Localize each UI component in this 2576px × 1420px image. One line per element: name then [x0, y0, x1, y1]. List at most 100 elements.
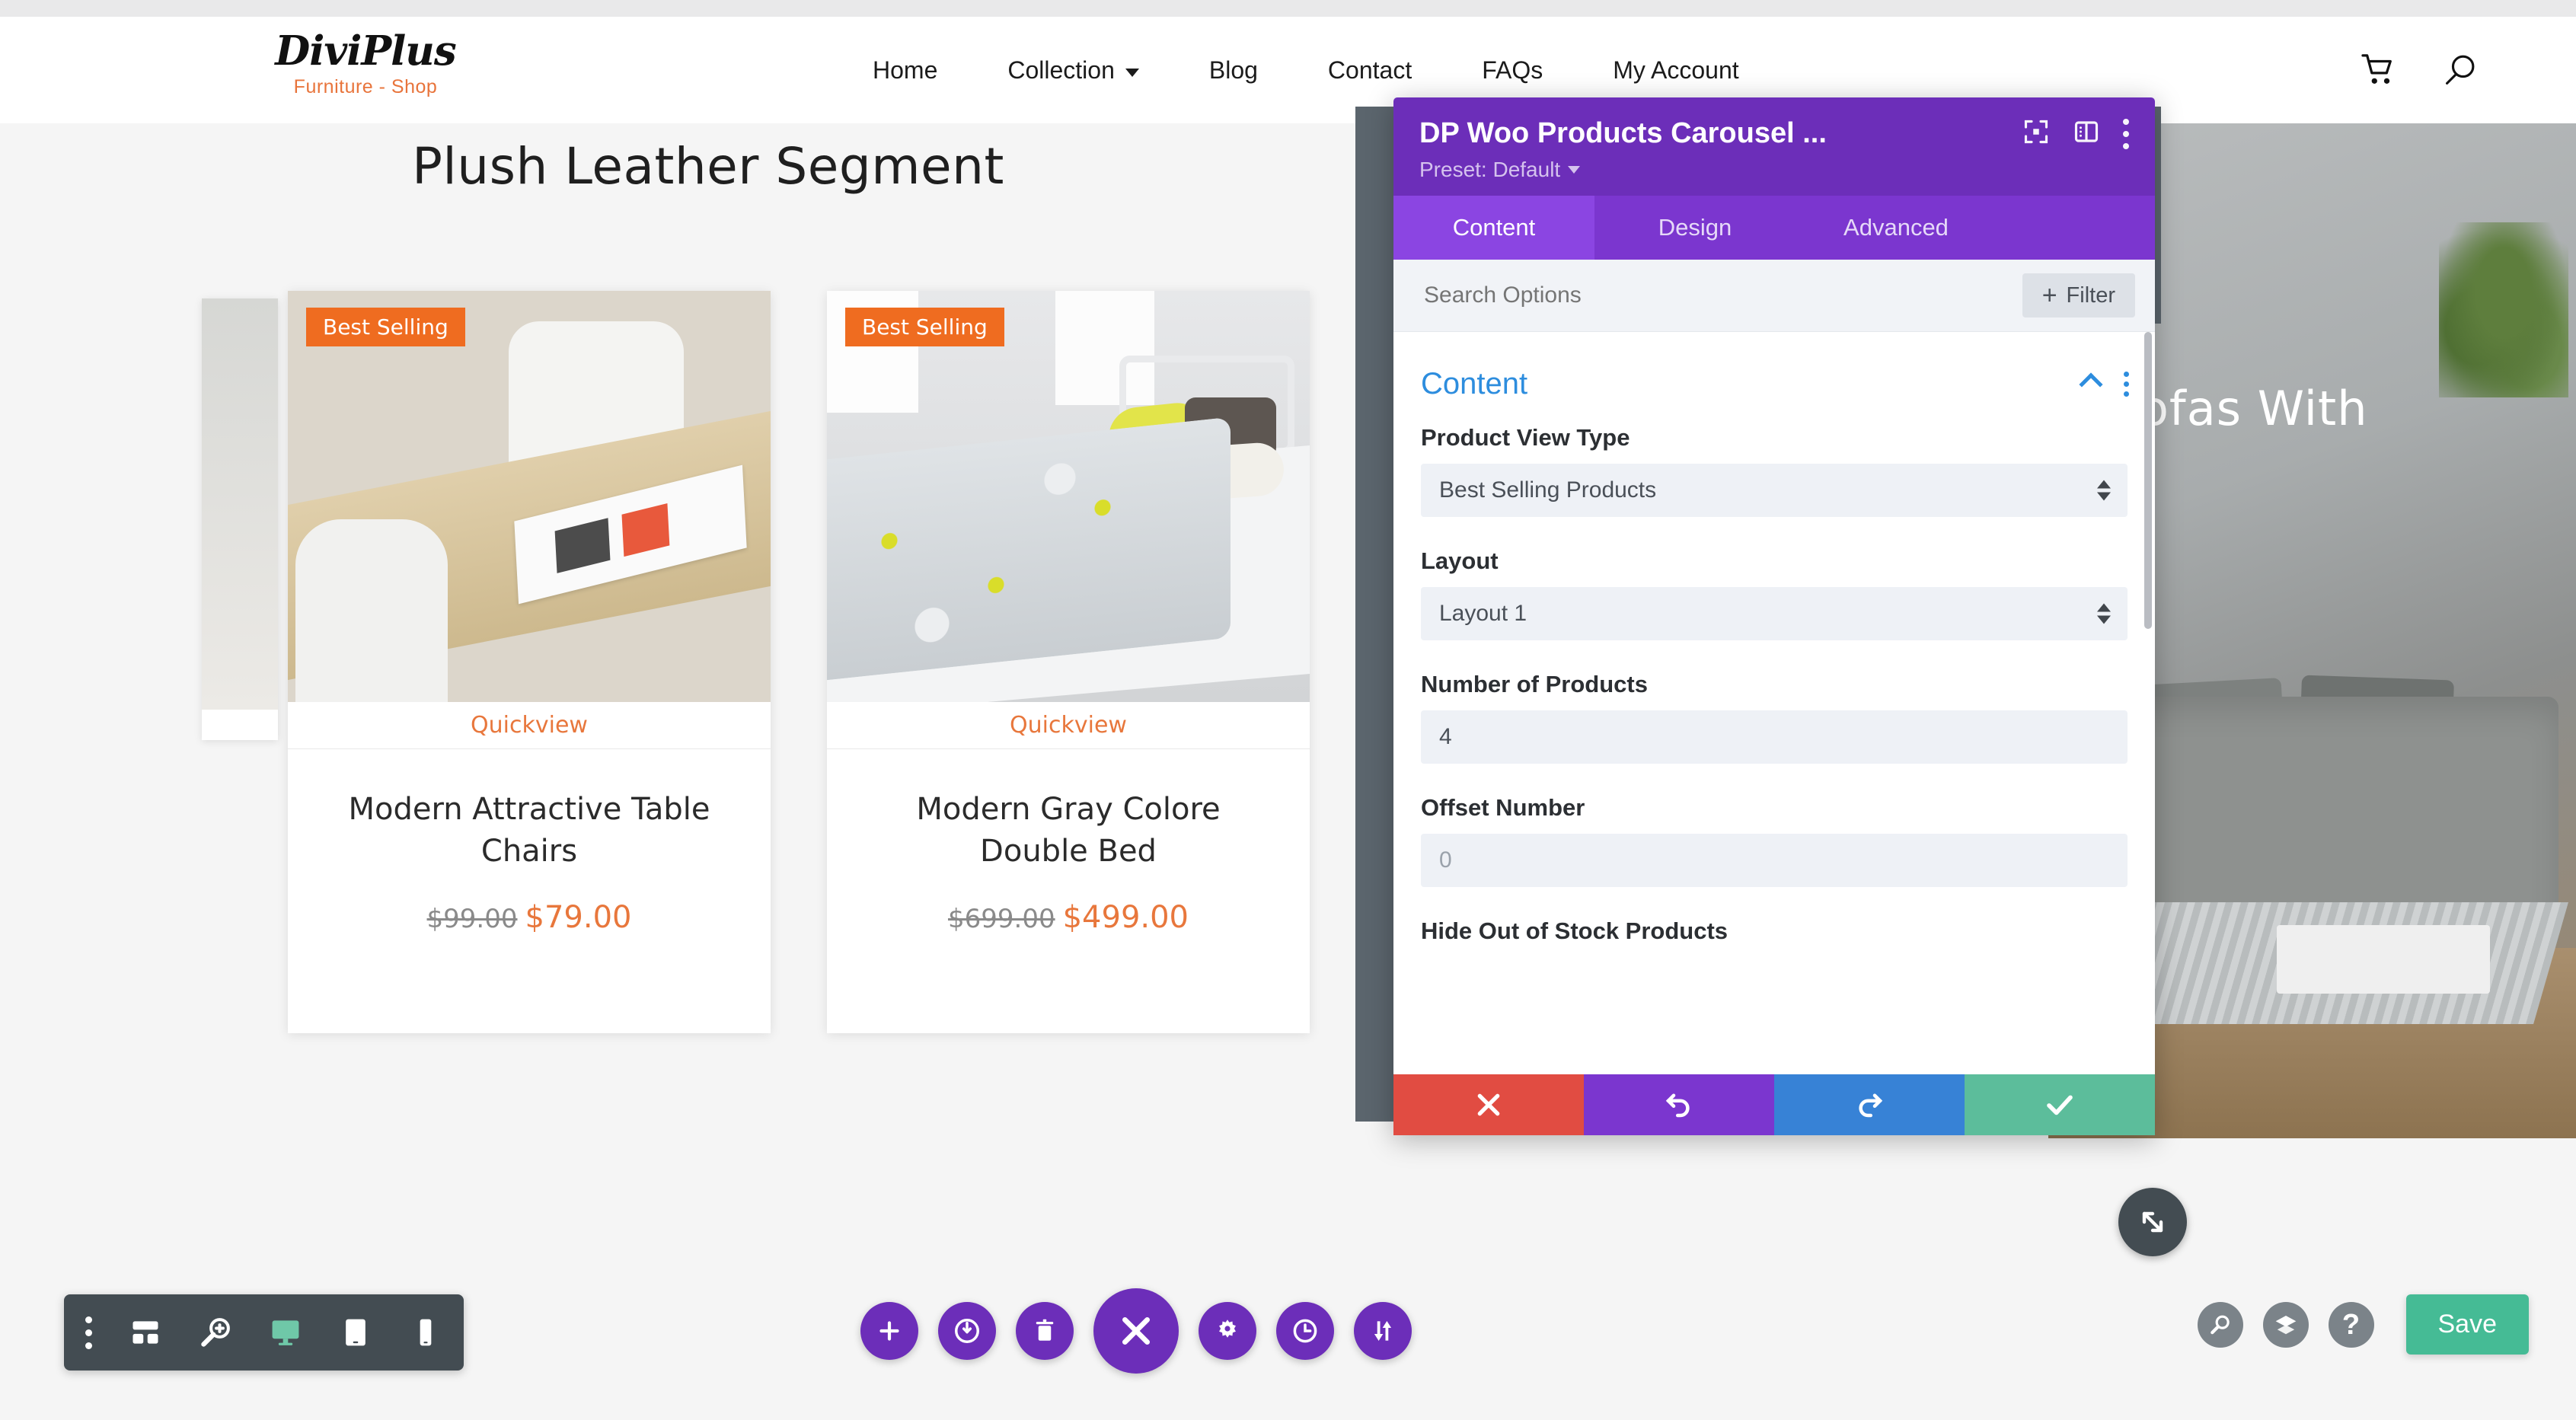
modal-footer: [1393, 1074, 2155, 1135]
phone-view-icon[interactable]: [409, 1316, 442, 1349]
help-icon: ?: [2341, 1308, 2361, 1341]
products-carousel: Best Selling Quickview Modern Attractive…: [0, 291, 1416, 1052]
filter-button[interactable]: + Filter: [2022, 273, 2135, 318]
preset-selector[interactable]: Preset: Default: [1419, 158, 2129, 182]
phone-glyph: [420, 1319, 432, 1346]
close-icon: [1122, 1317, 1150, 1345]
product-badge: Best Selling: [306, 308, 465, 346]
nav-item-faqs[interactable]: FAQs: [1447, 56, 1578, 85]
save-button[interactable]: Save: [2405, 1294, 2529, 1355]
save-changes-button[interactable]: [1965, 1074, 2155, 1135]
history-button[interactable]: [1276, 1302, 1334, 1360]
field-label: Number of Products: [1421, 671, 1648, 697]
header-icons: [2361, 17, 2477, 123]
modal-scrollbar[interactable]: [2144, 332, 2152, 629]
layout-select[interactable]: Layout 1: [1421, 587, 2128, 640]
zoom-out-view-icon[interactable]: [199, 1316, 232, 1349]
updown-arrows-icon: [1374, 1321, 1392, 1341]
nav-item-blog[interactable]: Blog: [1174, 56, 1293, 85]
panel-layout-icon[interactable]: [2073, 118, 2100, 149]
field-number-of-products: Number of Products 4: [1421, 671, 2128, 764]
delete-button[interactable]: [1016, 1302, 1074, 1360]
builder-utility-toolbar: ? Save: [2197, 1294, 2529, 1355]
logo-secondary-text: Furniture - Shop: [293, 75, 438, 97]
tab-advanced[interactable]: Advanced: [1796, 196, 1997, 260]
zoom-glyph: [201, 1318, 230, 1347]
tab-design[interactable]: Design: [1594, 196, 1796, 260]
close-builder-button[interactable]: [1093, 1288, 1179, 1374]
sort-button[interactable]: [1354, 1302, 1412, 1360]
nav-item-collection[interactable]: Collection: [972, 56, 1174, 85]
product-image: [202, 298, 278, 710]
product-title[interactable]: Modern Attractive Table Chairs: [314, 789, 745, 873]
redo-button[interactable]: [1774, 1074, 1965, 1135]
redo-icon: [1859, 1093, 1883, 1118]
page-settings-button[interactable]: [938, 1302, 996, 1360]
modal-resize-handle[interactable]: [2118, 1188, 2187, 1256]
product-card[interactable]: Best Selling Quickview Modern Gray Color…: [827, 291, 1310, 1033]
nav-label: My Account: [1613, 56, 1739, 84]
quickview-button[interactable]: Quickview: [288, 702, 771, 749]
nav-label: Collection: [1007, 56, 1115, 84]
field-offset-number: Offset Number 0: [1421, 794, 2128, 887]
power-icon: [955, 1319, 979, 1343]
nav-item-my-account[interactable]: My Account: [1578, 56, 1773, 85]
product-card[interactable]: Best Selling Quickview Modern Attractive…: [288, 291, 771, 1033]
filter-label: Filter: [2066, 282, 2115, 308]
layers-button[interactable]: [2262, 1301, 2309, 1348]
table-photo: [288, 291, 771, 702]
undo-button[interactable]: [1584, 1074, 1774, 1135]
product-details: Modern Gray Colore Double Bed $699.00 $49…: [827, 749, 1310, 965]
select-arrows-icon: [2097, 603, 2111, 624]
desktop-glyph: [272, 1320, 299, 1345]
cancel-changes-button[interactable]: [1393, 1074, 1584, 1135]
logo-primary-text: DiviPlus: [275, 27, 456, 75]
gear-icon: [1219, 1319, 1236, 1338]
site-header: DiviPlus Furniture - Shop Home Collectio…: [0, 17, 2576, 123]
modal-body: Content Product View Type Best Selling P…: [1393, 332, 2155, 1074]
modal-tabs: Content Design Advanced: [1393, 196, 2155, 260]
overlay-strip: [1355, 107, 1395, 1122]
search-button[interactable]: [2197, 1301, 2243, 1348]
product-card-peek[interactable]: [202, 298, 278, 740]
add-section-button[interactable]: [860, 1302, 918, 1360]
offset-number-input[interactable]: 0: [1421, 834, 2128, 887]
module-settings-modal: DP Woo Products Carousel ... Preset: Def…: [1393, 97, 2155, 1135]
cart-icon[interactable]: [2361, 54, 2396, 86]
tablet-view-icon[interactable]: [339, 1316, 372, 1349]
field-value: Best Selling Products: [1439, 477, 1657, 503]
chevron-down-icon: [1125, 68, 1139, 77]
field-layout: Layout Layout 1: [1421, 547, 2128, 640]
search-icon[interactable]: [2444, 53, 2477, 87]
settings-button[interactable]: [1199, 1302, 1256, 1360]
duvet: [827, 416, 1231, 683]
help-button[interactable]: ?: [2328, 1301, 2374, 1348]
chevron-up-icon[interactable]: [2079, 372, 2103, 397]
desktop-view-icon[interactable]: [269, 1316, 302, 1349]
search-input[interactable]: [1413, 282, 1901, 308]
nav-label: Home: [873, 56, 938, 84]
more-options-icon[interactable]: [2123, 118, 2129, 149]
wireframe-view-icon[interactable]: [129, 1316, 162, 1349]
tab-content[interactable]: Content: [1393, 196, 1594, 260]
field-value: 0: [1439, 847, 1452, 873]
nav-label: FAQs: [1482, 56, 1543, 84]
product-view-type-select[interactable]: Best Selling Products: [1421, 464, 2128, 517]
price-original: $99.00: [426, 904, 518, 935]
number-of-products-input[interactable]: 4: [1421, 710, 2128, 764]
bed-photo: [827, 291, 1310, 702]
more-options-icon[interactable]: [85, 1316, 92, 1349]
price-original: $699.00: [947, 904, 1055, 935]
nav-item-contact[interactable]: Contact: [1293, 56, 1447, 85]
quickview-button[interactable]: Quickview: [827, 702, 1310, 749]
section-more-options-icon[interactable]: [2124, 372, 2129, 397]
field-label: Layout: [1421, 547, 1499, 574]
product-details: Modern Attractive Table Chairs $99.00 $79…: [288, 749, 771, 965]
page-title: Plush Leather Segment: [412, 137, 1004, 196]
site-logo[interactable]: DiviPlus Furniture - Shop: [263, 30, 468, 98]
focus-module-icon[interactable]: [2022, 118, 2050, 149]
nav-item-home[interactable]: Home: [838, 56, 972, 85]
chair: [295, 519, 448, 702]
product-title[interactable]: Modern Gray Colore Double Bed: [853, 789, 1284, 873]
price-sale: $499.00: [1062, 900, 1189, 936]
